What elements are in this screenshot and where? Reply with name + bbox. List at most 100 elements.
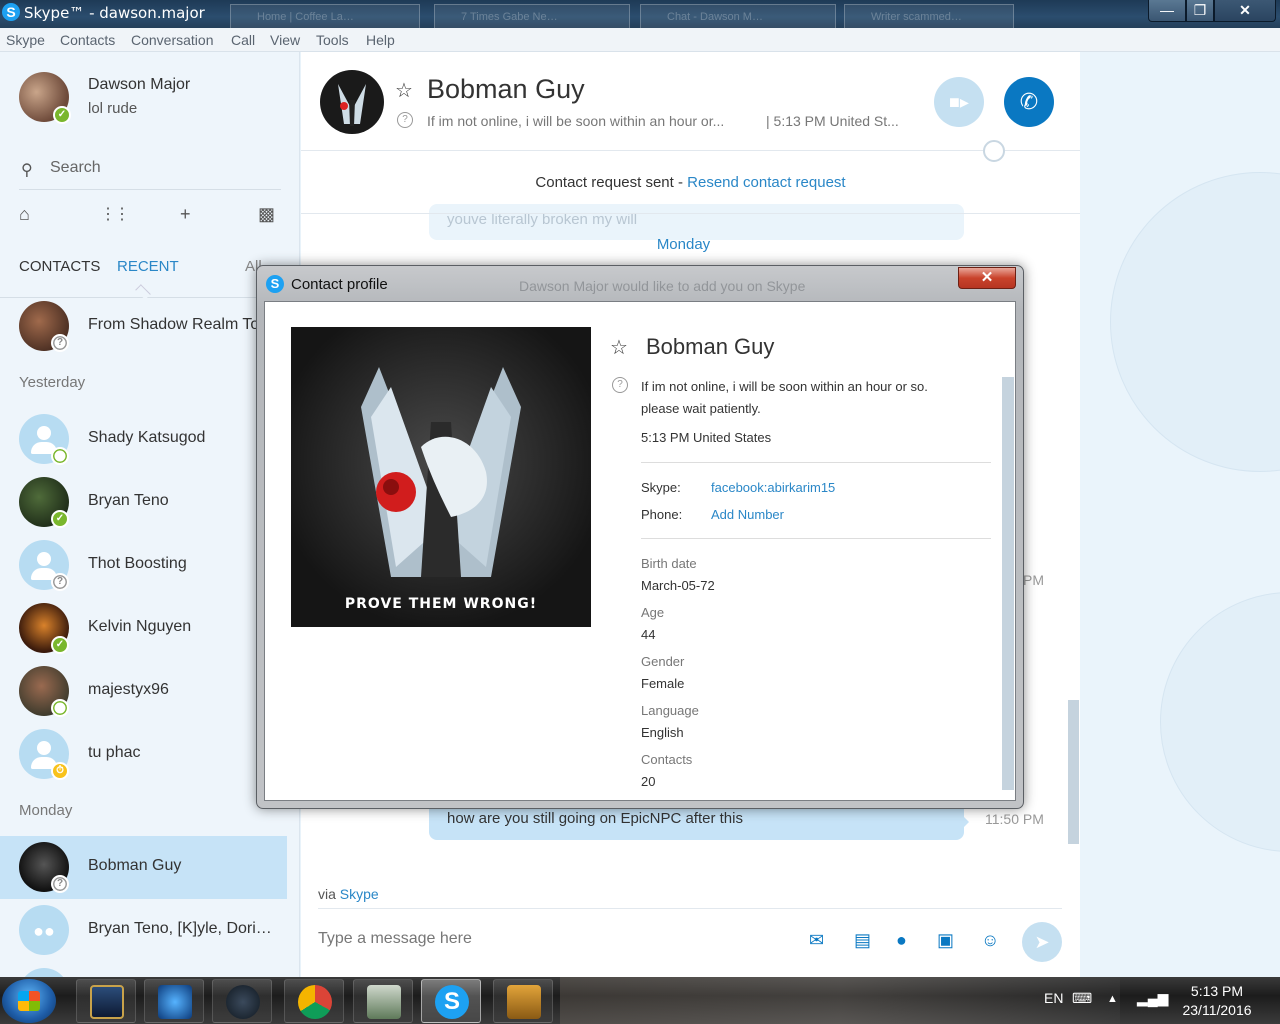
start-button[interactable] xyxy=(2,979,56,1023)
dialog-close-button[interactable]: ✕ xyxy=(958,267,1016,289)
background-tab[interactable]: Chat - Dawson M… xyxy=(640,4,836,28)
list-item[interactable]: majestyx96 xyxy=(0,660,287,723)
taskbar-app[interactable] xyxy=(493,979,553,1023)
list-item[interactable]: ? From Shadow Realm To… xyxy=(0,295,287,358)
taskbar-app[interactable] xyxy=(212,979,272,1023)
menu-contacts[interactable]: Contacts xyxy=(60,32,115,48)
tab-contacts[interactable]: CONTACTS xyxy=(19,258,100,275)
resend-request-link[interactable]: Resend contact request xyxy=(687,174,845,191)
home-icon[interactable]: ⌂ xyxy=(19,204,30,225)
send-button[interactable]: ➤ xyxy=(1022,922,1062,962)
menu-tools[interactable]: Tools xyxy=(316,32,349,48)
suit-avatar-image xyxy=(338,84,366,126)
contacts-count-label: Contacts xyxy=(641,752,693,767)
send-file-icon[interactable]: ▤ xyxy=(854,930,871,951)
contact-name: Bobman Guy xyxy=(88,857,182,874)
audio-call-button[interactable]: ✆ xyxy=(1004,77,1054,127)
tab-recent[interactable]: RECENT xyxy=(117,258,179,275)
search-box[interactable]: ⚲ Search xyxy=(19,154,281,190)
offline-status-icon xyxy=(51,699,69,717)
background-tab[interactable]: 7 Times Gabe Ne… xyxy=(434,4,630,28)
system-monitor-icon xyxy=(367,985,401,1019)
taskbar-app[interactable] xyxy=(284,979,344,1023)
send-media-icon[interactable]: ✉ xyxy=(809,930,824,951)
video-call-button[interactable]: ■▸ xyxy=(934,77,984,127)
profile-divider xyxy=(641,462,991,463)
chat-scrollbar[interactable] xyxy=(1068,700,1079,844)
list-item[interactable]: ✓ Bryan Teno xyxy=(0,471,287,534)
menu-view[interactable]: View xyxy=(270,32,300,48)
unknown-status-icon: ? xyxy=(397,112,413,128)
maximize-button[interactable]: ❐ xyxy=(1186,0,1214,22)
list-item-selected[interactable]: ? Bobman Guy xyxy=(0,836,287,899)
emoticon-icon[interactable]: ☺ xyxy=(981,930,999,951)
skype-id-link[interactable]: facebook:abirkarim15 xyxy=(711,480,835,495)
add-number-link[interactable]: Add Number xyxy=(711,507,784,522)
search-input[interactable]: Search xyxy=(50,159,101,177)
list-item[interactable]: ✓ Kelvin Nguyen xyxy=(0,597,287,660)
dialog-scrollbar[interactable] xyxy=(1002,377,1014,790)
contact-name: Bryan Teno xyxy=(88,492,169,509)
favorite-star-icon[interactable]: ☆ xyxy=(610,335,628,360)
dialpad-icon[interactable]: ⋮⋮ xyxy=(100,204,130,224)
contact-request-banner: Contact request sent - Resend contact re… xyxy=(301,174,1080,191)
unknown-status-icon: ? xyxy=(51,875,69,893)
menu-conversation[interactable]: Conversation xyxy=(131,32,214,48)
taskbar-app[interactable] xyxy=(353,979,413,1023)
online-status-icon: ✓ xyxy=(53,106,71,124)
header-divider xyxy=(301,150,1080,151)
language-indicator[interactable]: EN xyxy=(1044,990,1063,1006)
menu-call[interactable]: Call xyxy=(231,32,255,48)
bots-icon[interactable]: ▩ xyxy=(258,204,275,225)
league-of-legends-icon xyxy=(90,985,124,1019)
group-icon: ●● xyxy=(33,921,55,941)
online-status-icon: ✓ xyxy=(51,510,69,528)
csgo-icon xyxy=(507,985,541,1019)
decorative-circle xyxy=(1160,592,1280,852)
section-monday: Monday xyxy=(19,802,73,819)
my-mood[interactable]: lol rude xyxy=(88,100,137,117)
taskbar-app[interactable] xyxy=(76,979,136,1023)
close-window-button[interactable]: ✕ xyxy=(1214,0,1276,22)
list-item[interactable]: ●● Bryan Teno, [K]yle, Dori… xyxy=(0,899,287,962)
taskbar-app[interactable] xyxy=(144,979,204,1023)
sidebar-toolbar: ⌂ ⋮⋮ + ▩ xyxy=(0,202,299,232)
chat-contact-avatar[interactable] xyxy=(320,70,384,134)
video-message-icon[interactable]: ● xyxy=(896,930,907,951)
decorative-circle xyxy=(1110,172,1280,472)
chat-contact-name[interactable]: Bobman Guy xyxy=(427,74,585,105)
message-input[interactable]: Type a message here xyxy=(318,930,472,948)
profile-divider xyxy=(641,538,991,539)
minimize-button[interactable]: — xyxy=(1148,0,1186,22)
background-tab[interactable]: Writer scammed… xyxy=(844,4,1014,28)
network-icon[interactable]: ▂▄▆ xyxy=(1137,990,1168,1007)
gender-label: Gender xyxy=(641,654,685,669)
list-item[interactable]: ⏱ tu phac xyxy=(0,723,287,786)
chrome-icon xyxy=(298,985,332,1019)
avatar xyxy=(19,968,69,977)
menu-help[interactable]: Help xyxy=(366,32,395,48)
background-tab[interactable]: Home | Coffee La… xyxy=(230,4,420,28)
taskbar-app-active[interactable]: S xyxy=(421,979,481,1023)
favorite-star-icon[interactable]: ☆ xyxy=(395,78,413,103)
menu-skype[interactable]: Skype xyxy=(6,32,45,48)
send-contact-icon[interactable]: ▣ xyxy=(937,930,954,951)
profile-local-time: 5:13 PM United States xyxy=(641,430,772,445)
list-item[interactable]: Shady Katsugod xyxy=(0,408,287,471)
list-item[interactable] xyxy=(0,962,287,977)
via-skype-link[interactable]: Skype xyxy=(340,886,379,902)
window-title: Skype™ - dawson.major xyxy=(24,4,205,22)
show-hidden-icons-icon[interactable]: ▲ xyxy=(1107,993,1118,1005)
system-clock[interactable]: 5:13 PM 23/11/2016 xyxy=(1172,982,1262,1020)
chat-contact-time: | 5:13 PM United St... xyxy=(766,113,899,129)
age-value: 44 xyxy=(641,627,656,642)
contact-name: From Shadow Realm To… xyxy=(88,316,276,333)
contact-name: majestyx96 xyxy=(88,681,169,698)
clock-time: 5:13 PM xyxy=(1190,983,1244,999)
my-name[interactable]: Dawson Major xyxy=(88,76,190,94)
add-icon[interactable]: + xyxy=(180,204,191,225)
list-item[interactable]: ? Thot Boosting xyxy=(0,534,287,597)
keyboard-icon[interactable]: ⌨ xyxy=(1072,990,1092,1007)
search-icon: ⚲ xyxy=(21,162,33,179)
contact-name: Thot Boosting xyxy=(88,555,187,572)
